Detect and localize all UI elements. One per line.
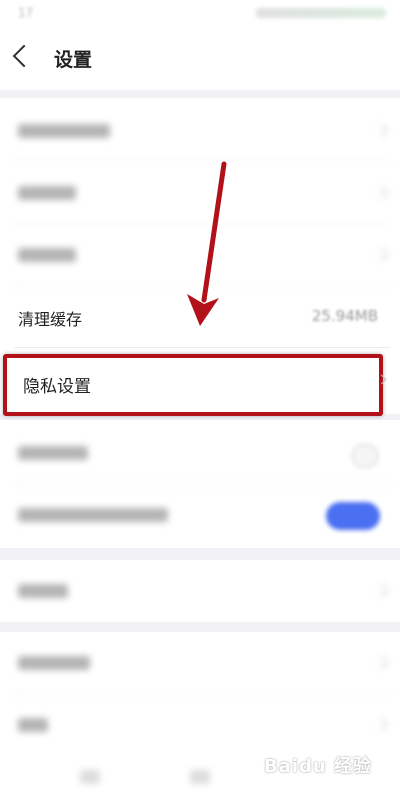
baidu-watermark: Baidu 经验: [263, 756, 372, 777]
annotation-arrow-icon: [187, 161, 227, 326]
